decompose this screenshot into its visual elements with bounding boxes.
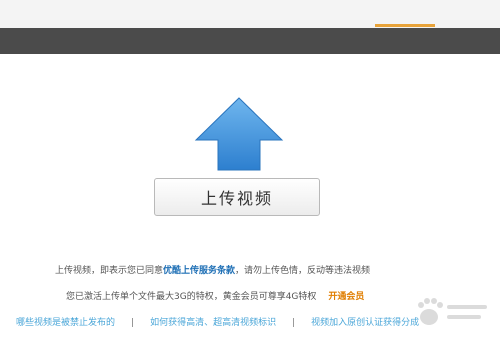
privilege-notice: 您已激活上传单个文件最大3G的特权，黄金会员可尊享4G特权 开通会员	[66, 289, 364, 302]
faq-link-hd[interactable]: 如何获得高清、超高清视频标识	[150, 318, 276, 328]
paw-watermark-icon	[415, 291, 495, 335]
faq-links: 哪些视频是被禁止发布的 | 如何获得高清、超高清视频标识 | 视频加入原创认证获得分成	[16, 315, 419, 328]
top-accent-line	[375, 24, 435, 27]
upload-video-button[interactable]: 上传视频	[154, 178, 320, 216]
header-bar	[0, 28, 500, 54]
faq-link-original[interactable]: 视频加入原创认证获得分成	[311, 318, 419, 328]
faq-link-forbidden[interactable]: 哪些视频是被禁止发布的	[16, 318, 115, 328]
privilege-text: 您已激活上传单个文件最大3G的特权，黄金会员可尊享4G特权	[66, 292, 317, 302]
faq-separator: |	[292, 318, 296, 328]
faq-separator: |	[131, 318, 135, 328]
open-membership-link[interactable]: 开通会员	[328, 292, 364, 302]
agreement-notice: 上传视频，即表示您已同意优酷上传服务条款，请勿上传色情，反动等违法视频	[55, 263, 370, 276]
upload-page: 上传视频 上传视频，即表示您已同意优酷上传服务条款，请勿上传色情，反动等违法视频…	[0, 0, 500, 343]
upload-arrow-icon[interactable]	[194, 96, 284, 172]
agreement-prefix: 上传视频，即表示您已同意	[55, 266, 164, 276]
agreement-suffix: ，请勿上传色情，反动等违法视频	[235, 266, 371, 276]
terms-link[interactable]: 优酷上传服务条款	[163, 266, 235, 276]
